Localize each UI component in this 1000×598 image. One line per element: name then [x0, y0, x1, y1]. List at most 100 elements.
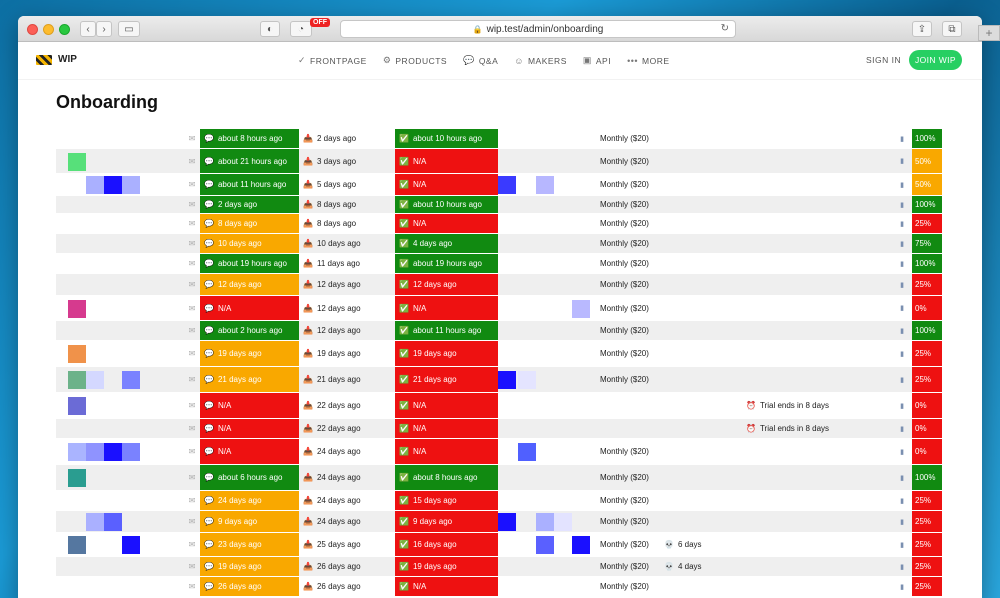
plan-cell: Monthly ($20)	[598, 234, 658, 253]
check-mark-icon: ✅	[399, 349, 409, 358]
completion-value: 25%	[915, 540, 932, 549]
completion-cell: 0%	[912, 419, 942, 438]
table-row[interactable]: ✉ 💬 N/A 📥 12 days ago ✅ N/A Monthly ($20) ▮ 0%	[56, 295, 942, 320]
nav-label: Q&A	[478, 55, 499, 66]
completion-value: 0%	[915, 424, 927, 433]
table-row[interactable]: ✉ 💬 19 days ago 📥 19 days ago ✅ 19 days ago Mon…	[56, 340, 942, 366]
table-row[interactable]: ✉ 💬 about 6 hours ago 📥 24 days ago ✅ about 8 …	[56, 464, 942, 490]
inbox-value: 12 days ago	[316, 326, 361, 335]
site-navbar: WIP ✓ FRONTPAGE ⚙ PRODUCTS 💬 Q&A ☺ MAKERS ▣ A…	[18, 42, 982, 80]
nav-products[interactable]: ⚙ PRODUCTS	[383, 55, 447, 66]
inbox-cell: 📥 24 days ago	[299, 465, 395, 490]
inbox-icon: 📥	[303, 582, 313, 591]
last-done-cell: ✅ 15 days ago	[395, 491, 498, 510]
nav-frontpage[interactable]: ✓ FRONTPAGE	[298, 55, 367, 66]
inbox-value: 12 days ago	[316, 280, 361, 289]
brand-link[interactable]: WIP	[36, 54, 77, 65]
speech-bubble-icon: 💬	[204, 562, 214, 571]
sidebar-toggle-icon[interactable]: ▭	[118, 21, 140, 37]
forward-chevron-icon[interactable]: ›	[96, 21, 112, 37]
table-row[interactable]: ✉ 💬 26 days ago 📥 26 days ago ✅ N/A Monthly ($2…	[56, 576, 942, 596]
last-message-cell: 💬 about 6 hours ago	[200, 465, 299, 490]
completion-cell: 0%	[912, 296, 942, 320]
user-avatar-pixel	[536, 513, 554, 531]
table-row[interactable]: ✉ 💬 8 days ago 📥 8 days ago ✅ N/A Monthly ($20)…	[56, 213, 942, 233]
nav-makers[interactable]: ☺ MAKERS	[514, 55, 567, 66]
table-row[interactable]: ✉ 💬 about 11 hours ago 📥 5 days ago ✅ N/A Month…	[56, 173, 942, 195]
envelope-icon: ✉	[188, 582, 196, 591]
skull-icon: 💀	[664, 540, 674, 549]
table-row[interactable]: ✉ 💬 24 days ago 📥 24 days ago ✅ 15 days ago Mon…	[56, 490, 942, 510]
adblock-extension-icon[interactable]: ◔	[290, 21, 312, 37]
table-row[interactable]: ✉ 💬 21 days ago 📥 21 days ago ✅ 21 days ago Mon…	[56, 366, 942, 392]
last-message-cell: 💬 26 days ago	[200, 577, 299, 596]
badge-icon: ▮	[900, 327, 904, 335]
plan-value: Monthly ($20)	[600, 326, 649, 335]
nav-qa[interactable]: 💬 Q&A	[463, 55, 498, 66]
zoom-window-button[interactable]	[59, 24, 70, 35]
table-row[interactable]: ✉ 💬 12 days ago 📥 12 days ago ✅ 12 days ago Mon…	[56, 273, 942, 295]
table-row[interactable]: ✉ 💬 about 8 hours ago 📥 2 days ago ✅ about 10 …	[56, 128, 942, 148]
completion-cell: 100%	[912, 465, 942, 490]
completion-cell: 100%	[912, 321, 942, 340]
last-message-cell: 💬 9 days ago	[200, 511, 299, 532]
tabs-overview-icon[interactable]: ⧉	[942, 21, 962, 37]
table-row[interactable]: ✉ 💬 N/A 📥 22 days ago ✅ N/A ⏰ Trial ends in 8 da…	[56, 392, 942, 418]
back-chevron-icon[interactable]: ‹	[80, 21, 96, 37]
table-row[interactable]: ✉ 💬 23 days ago 📥 25 days ago ✅ 16 days ago Mon…	[56, 532, 942, 556]
reload-icon[interactable]: ↻	[721, 23, 729, 34]
close-window-button[interactable]	[27, 24, 38, 35]
inbox-icon: 📥	[303, 473, 313, 482]
alarm-clock-icon: ⏰	[746, 424, 756, 433]
completion-cell: 0%	[912, 393, 942, 418]
nav-more[interactable]: ••• MORE	[627, 55, 669, 66]
table-row[interactable]: ✉ 💬 2 days ago 📥 8 days ago ✅ about 10 hours a…	[56, 195, 942, 213]
speech-bubble-icon: 💬	[204, 540, 214, 549]
inbox-value: 3 days ago	[316, 156, 357, 166]
table-row[interactable]: ✉ 💬 9 days ago 📥 24 days ago ✅ 9 days ago Month…	[56, 510, 942, 532]
plan-cell: Monthly ($20)	[598, 439, 658, 464]
nav-label: API	[595, 55, 612, 66]
minimize-window-button[interactable]	[43, 24, 54, 35]
extension-icon[interactable]: ◐	[260, 21, 280, 37]
share-icon[interactable]: ⇪	[912, 21, 932, 37]
completion-value: 0%	[915, 303, 927, 313]
table-row[interactable]: ✉ 💬 about 2 hours ago 📥 12 days ago ✅ about 11…	[56, 320, 942, 340]
speech-bubble-icon: 💬	[204, 375, 214, 384]
table-row[interactable]: ✉ 💬 10 days ago 📥 10 days ago ✅ 4 days ago Mont…	[56, 233, 942, 253]
table-row[interactable]: ✉ 💬 about 21 hours ago 📥 3 days ago ✅ N/A Month…	[56, 148, 942, 173]
plan-cell: Monthly ($20)	[598, 533, 658, 556]
plan-cell: Monthly ($20)	[598, 321, 658, 340]
envelope-icon: ✉	[188, 303, 196, 313]
join-wip-button[interactable]: JOIN WIP	[909, 50, 962, 70]
last-done-cell: ✅ N/A	[395, 149, 498, 173]
completion-cell: 25%	[912, 511, 942, 532]
new-tab-button[interactable]: +	[978, 25, 1000, 41]
last-done-value: N/A	[412, 401, 427, 410]
nav-api[interactable]: ▣ API	[583, 55, 611, 66]
envelope-icon: ✉	[188, 219, 196, 228]
completion-value: 25%	[915, 219, 932, 228]
sign-in-link[interactable]: SIGN IN	[866, 55, 901, 65]
badge-icon: ▮	[900, 376, 904, 384]
last-message-cell: 💬 N/A	[200, 296, 299, 320]
table-row[interactable]: ✉ 💬 N/A 📥 24 days ago ✅ N/A Monthly ($20) ▮ 0%	[56, 438, 942, 464]
badge-icon: ▮	[900, 181, 904, 189]
extension-off-badge: OFF	[310, 18, 330, 27]
wip-logo-icon	[36, 54, 52, 65]
completion-cell: 25%	[912, 557, 942, 576]
address-bar[interactable]: 🔒 wip.test/admin/onboarding ↻	[340, 20, 736, 38]
envelope-icon: ✉	[188, 326, 196, 335]
table-row[interactable]: ✉ 💬 N/A 📥 22 days ago ✅ N/A ⏰ Trial ends in 8 da…	[56, 418, 942, 438]
completion-value: 100%	[915, 259, 936, 268]
table-row[interactable]: ✉ 💬 19 days ago 📥 26 days ago ✅ 19 days ago Mon…	[56, 556, 942, 576]
check-mark-icon: ✅	[399, 562, 409, 571]
table-row[interactable]: ✉ 💬 about 19 hours ago 📥 11 days ago ✅ about 1…	[56, 253, 942, 273]
check-mark-icon: ✅	[399, 375, 409, 384]
speech-bubble-icon: 💬	[204, 473, 214, 482]
completion-cell: 0%	[912, 439, 942, 464]
last-done-cell: ✅ about 10 hours ago	[395, 196, 498, 213]
speech-bubble-icon: 💬	[204, 180, 214, 189]
user-avatar-pixel	[68, 536, 86, 554]
check-mark-icon: ✅	[399, 401, 409, 410]
